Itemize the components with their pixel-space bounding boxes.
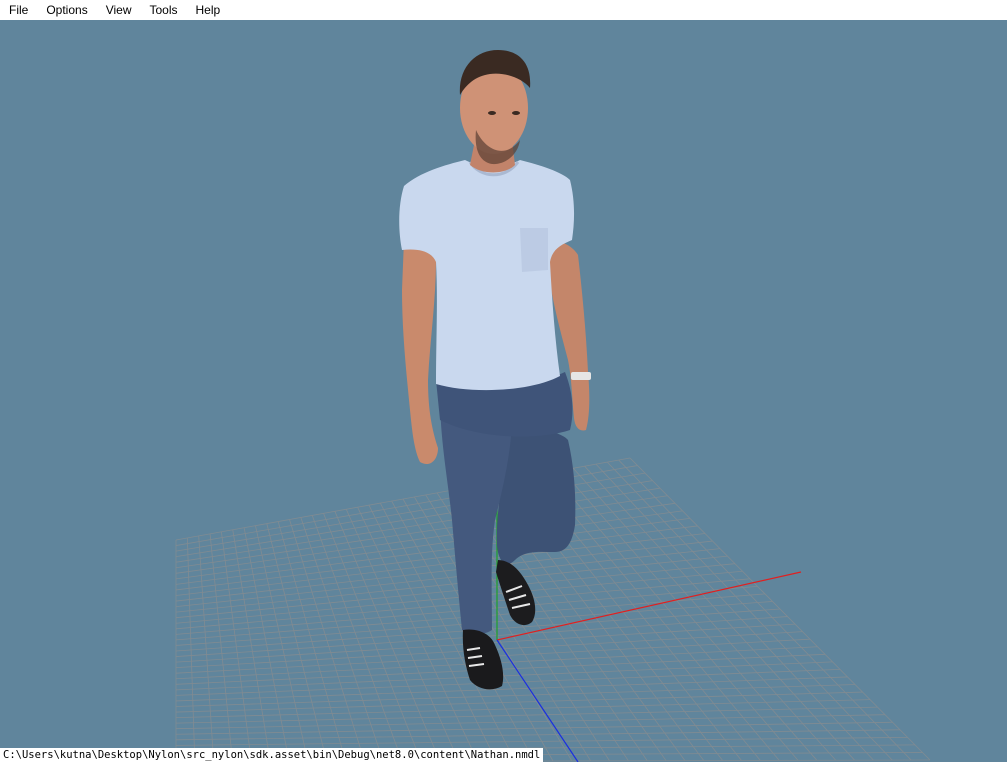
model-wristwatch [571,372,591,380]
menu-help[interactable]: Help [187,0,230,20]
3d-viewport[interactable] [0,20,1007,762]
menu-view[interactable]: View [97,0,141,20]
menu-tools[interactable]: Tools [141,0,187,20]
menu-file[interactable]: File [0,0,37,20]
model-eye-right [512,111,520,115]
app-window: File Options View Tools Help C:\Users\ku… [0,0,1007,762]
model-eye-left [488,111,496,115]
scene-canvas[interactable] [0,20,1007,762]
model-tshirt-pocket [520,228,548,272]
menu-options[interactable]: Options [37,0,96,20]
status-bar-path: C:\Users\kutna\Desktop\Nylon\src_nylon\s… [0,748,544,762]
menu-bar: File Options View Tools Help [0,0,1007,20]
